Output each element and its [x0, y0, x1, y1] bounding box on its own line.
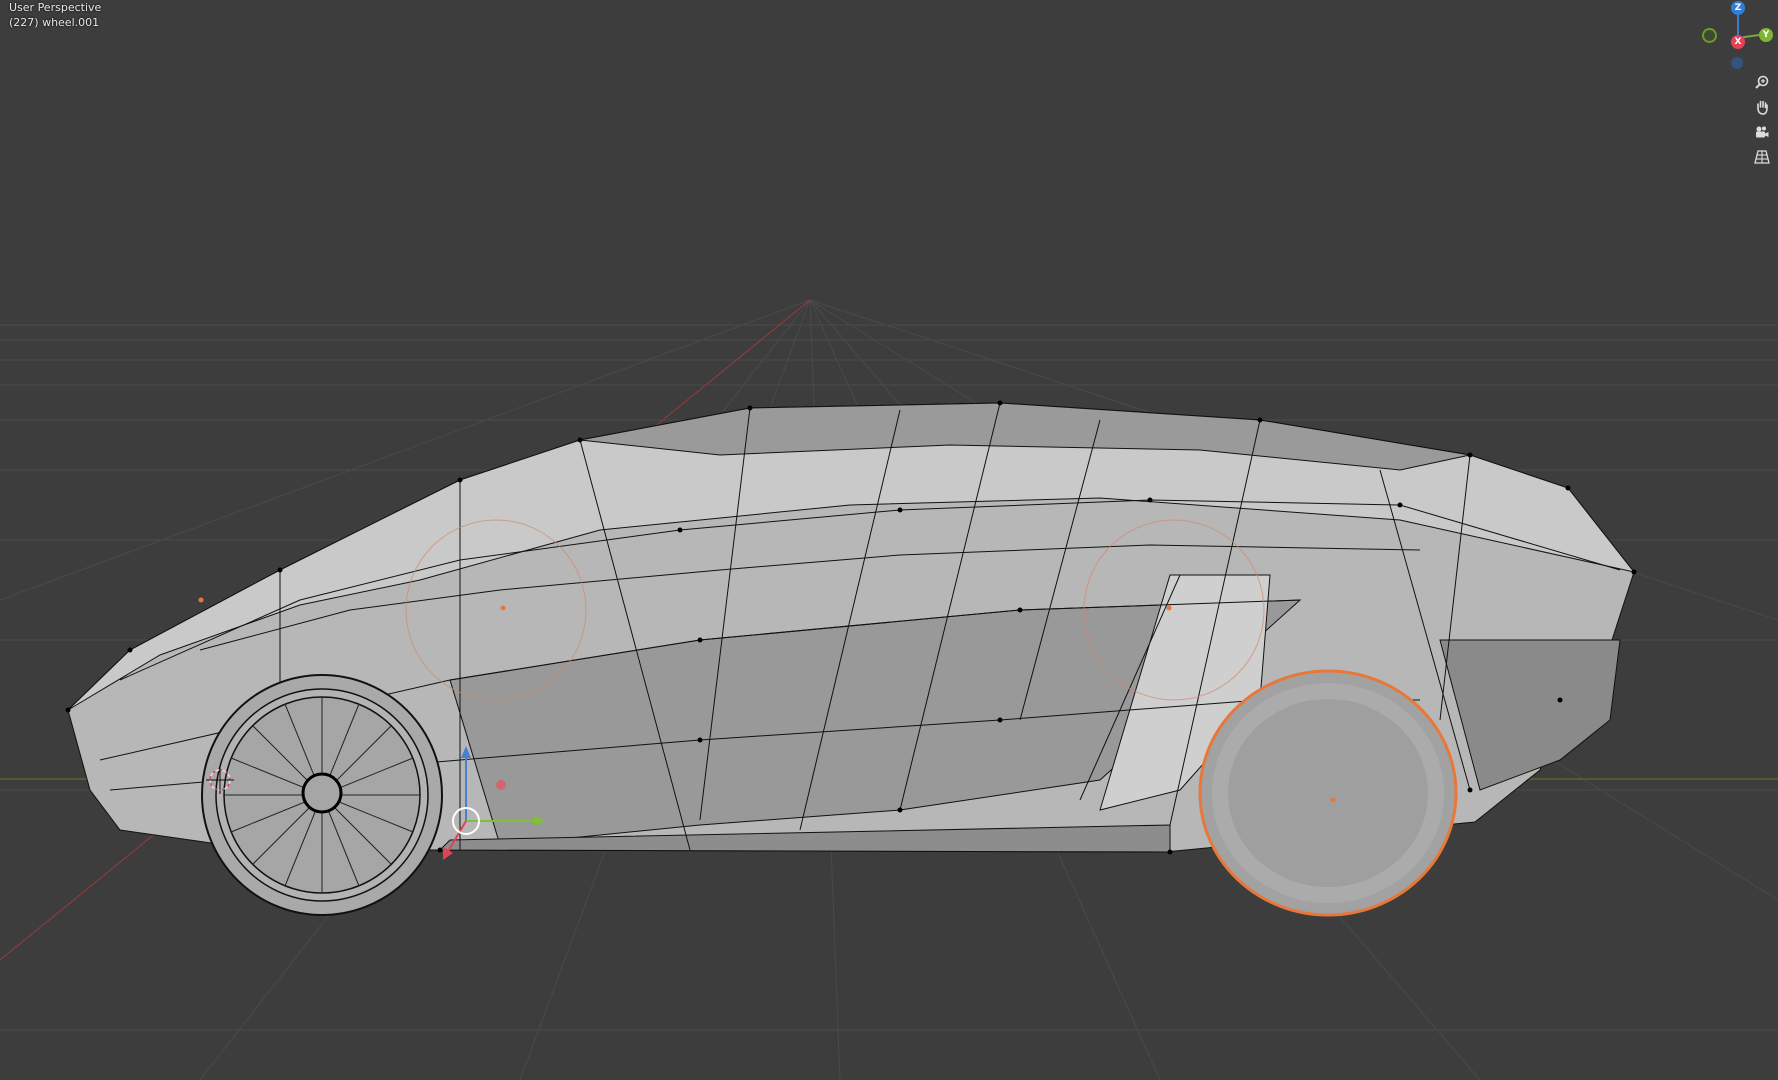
gizmo-y-axis[interactable]: Y	[1759, 28, 1773, 42]
camera-icon	[1756, 126, 1769, 138]
zoom-icon	[1755, 75, 1769, 89]
gizmo-z-line	[1737, 14, 1739, 36]
gizmo-negative-y-axis[interactable]	[1702, 28, 1717, 43]
rear-wheel-selected[interactable]	[1198, 669, 1458, 917]
gizmo-negative-z-axis[interactable]	[1731, 57, 1743, 69]
grid-perspective-icon	[1754, 150, 1770, 164]
scene-canvas[interactable]	[0, 0, 1778, 1080]
hand-pan-icon	[1757, 100, 1768, 115]
view-name-label: User Perspective	[9, 1, 102, 14]
active-object-label: (227) wheel.001	[9, 16, 100, 29]
camera-view-button[interactable]	[1751, 124, 1773, 146]
pan-button[interactable]	[1751, 99, 1773, 121]
gizmo-x-axis[interactable]: X	[1731, 35, 1745, 49]
perspective-toggle-button[interactable]	[1751, 149, 1773, 171]
front-wheel-mesh[interactable]	[201, 674, 443, 916]
3d-viewport[interactable]: User Perspective (227) wheel.001 Z X Y	[0, 0, 1778, 1080]
gizmo-z-axis[interactable]: Z	[1731, 1, 1745, 15]
zoom-button[interactable]	[1751, 74, 1773, 96]
